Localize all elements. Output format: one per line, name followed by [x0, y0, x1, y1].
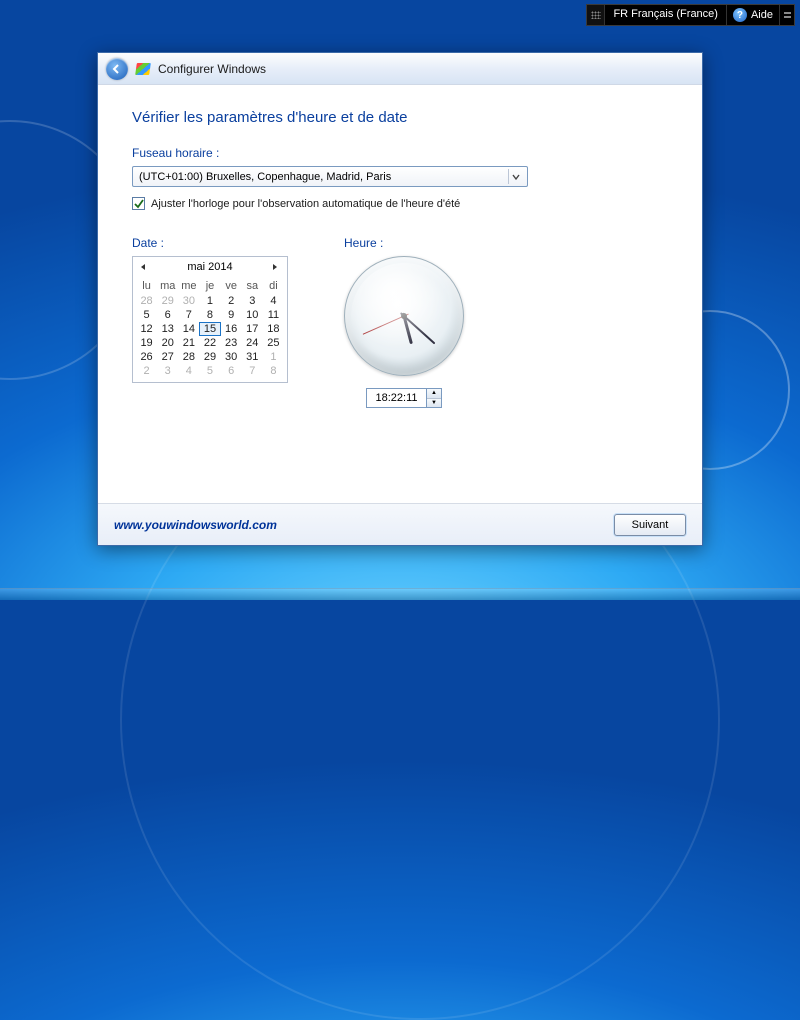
calendar-day[interactable]: 1: [199, 294, 220, 308]
next-button[interactable]: Suivant: [614, 514, 686, 536]
calendar-day-header: di: [263, 278, 284, 294]
calendar-day[interactable]: 29: [199, 350, 220, 364]
calendar-day[interactable]: 31: [242, 350, 263, 364]
calendar-day[interactable]: 18: [263, 322, 284, 336]
calendar-day[interactable]: 23: [221, 336, 242, 350]
calendar-day[interactable]: 3: [242, 294, 263, 308]
calendar-day[interactable]: 27: [157, 350, 178, 364]
calendar-day[interactable]: 12: [136, 322, 157, 336]
back-button[interactable]: [106, 58, 128, 80]
keyboard-indicator[interactable]: [587, 5, 605, 25]
time-spinner[interactable]: ▲ ▼: [426, 388, 442, 408]
timezone-value: (UTC+01:00) Bruxelles, Copenhague, Madri…: [139, 171, 391, 183]
calendar-month-label[interactable]: mai 2014: [187, 261, 232, 273]
calendar-day[interactable]: 5: [136, 308, 157, 322]
arrow-left-icon: [111, 63, 123, 75]
calendar-day[interactable]: 5: [199, 364, 220, 378]
calendar-day[interactable]: 7: [242, 364, 263, 378]
date-label: Date :: [132, 236, 288, 250]
page-heading: Vérifier les paramètres d'heure et de da…: [132, 109, 668, 126]
watermark-url: www.youwindowsworld.com: [114, 518, 277, 532]
calendar-day[interactable]: 25: [263, 336, 284, 350]
titlebar: Configurer Windows: [98, 53, 702, 85]
help-icon: ?: [733, 8, 747, 22]
window-title: Configurer Windows: [158, 62, 266, 76]
calendar-day[interactable]: 6: [157, 308, 178, 322]
language-selector[interactable]: FR Français (France): [605, 5, 727, 25]
next-month-button[interactable]: [271, 262, 281, 272]
calendar-day[interactable]: 3: [157, 364, 178, 378]
time-input[interactable]: [366, 388, 426, 408]
calendar-day[interactable]: 24: [242, 336, 263, 350]
help-button[interactable]: ? Aide: [727, 5, 780, 25]
calendar-day[interactable]: 11: [263, 308, 284, 322]
time-up-button[interactable]: ▲: [427, 389, 441, 399]
calendar-day[interactable]: 28: [136, 294, 157, 308]
calendar-day[interactable]: 30: [178, 294, 199, 308]
analog-clock: [344, 256, 464, 376]
calendar-day[interactable]: 9: [221, 308, 242, 322]
calendar-day[interactable]: 8: [199, 308, 220, 322]
dst-label: Ajuster l'horloge pour l'observation aut…: [151, 198, 460, 210]
installer-topbar: FR Français (France) ? Aide: [586, 4, 795, 26]
calendar-day[interactable]: 2: [221, 294, 242, 308]
calendar-day[interactable]: 8: [263, 364, 284, 378]
calendar-day-header: ve: [221, 278, 242, 294]
calendar-day[interactable]: 19: [136, 336, 157, 350]
calendar-day[interactable]: 2: [136, 364, 157, 378]
calendar-day[interactable]: 16: [221, 322, 242, 336]
help-label: Aide: [751, 9, 773, 21]
calendar-day[interactable]: 30: [221, 350, 242, 364]
calendar-day[interactable]: 14: [178, 322, 199, 336]
calendar-day-header: ma: [157, 278, 178, 294]
wizard-footer: www.youwindowsworld.com Suivant: [98, 503, 702, 545]
calendar-day-header: me: [178, 278, 199, 294]
calendar-day[interactable]: 15: [199, 322, 220, 336]
setup-wizard-window: Configurer Windows Vérifier les paramètr…: [97, 52, 703, 546]
calendar-day-header: je: [199, 278, 220, 294]
calendar-day[interactable]: 7: [178, 308, 199, 322]
calendar-day[interactable]: 21: [178, 336, 199, 350]
calendar-day[interactable]: 1: [263, 350, 284, 364]
calendar-day[interactable]: 10: [242, 308, 263, 322]
second-hand: [363, 314, 409, 335]
calendar-day[interactable]: 29: [157, 294, 178, 308]
time-down-button[interactable]: ▼: [427, 399, 441, 408]
hour-hand: [402, 313, 413, 345]
calendar-day[interactable]: 22: [199, 336, 220, 350]
calendar-day[interactable]: 6: [221, 364, 242, 378]
triangle-left-icon: [139, 263, 147, 271]
prev-month-button[interactable]: [139, 262, 149, 272]
calendar-day[interactable]: 20: [157, 336, 178, 350]
ease-of-access-button[interactable]: [780, 5, 794, 25]
timezone-label: Fuseau horaire :: [132, 146, 668, 160]
calendar-day[interactable]: 28: [178, 350, 199, 364]
calendar-day[interactable]: 4: [178, 364, 199, 378]
check-icon: [134, 199, 144, 209]
timezone-dropdown[interactable]: (UTC+01:00) Bruxelles, Copenhague, Madri…: [132, 166, 528, 187]
calendar-day[interactable]: 17: [242, 322, 263, 336]
chevron-down-icon: [508, 169, 523, 184]
dst-checkbox[interactable]: [132, 197, 145, 210]
triangle-right-icon: [271, 263, 279, 271]
calendar-day-header: lu: [136, 278, 157, 294]
calendar[interactable]: mai 2014 lumamejevesadi28293012345678910…: [132, 256, 288, 383]
calendar-day-header: sa: [242, 278, 263, 294]
minute-hand: [400, 312, 436, 344]
calendar-day[interactable]: 26: [136, 350, 157, 364]
windows-logo-icon: [135, 63, 151, 75]
calendar-day[interactable]: 13: [157, 322, 178, 336]
calendar-day[interactable]: 4: [263, 294, 284, 308]
time-label: Heure :: [344, 236, 464, 250]
taskbar: [0, 588, 800, 600]
